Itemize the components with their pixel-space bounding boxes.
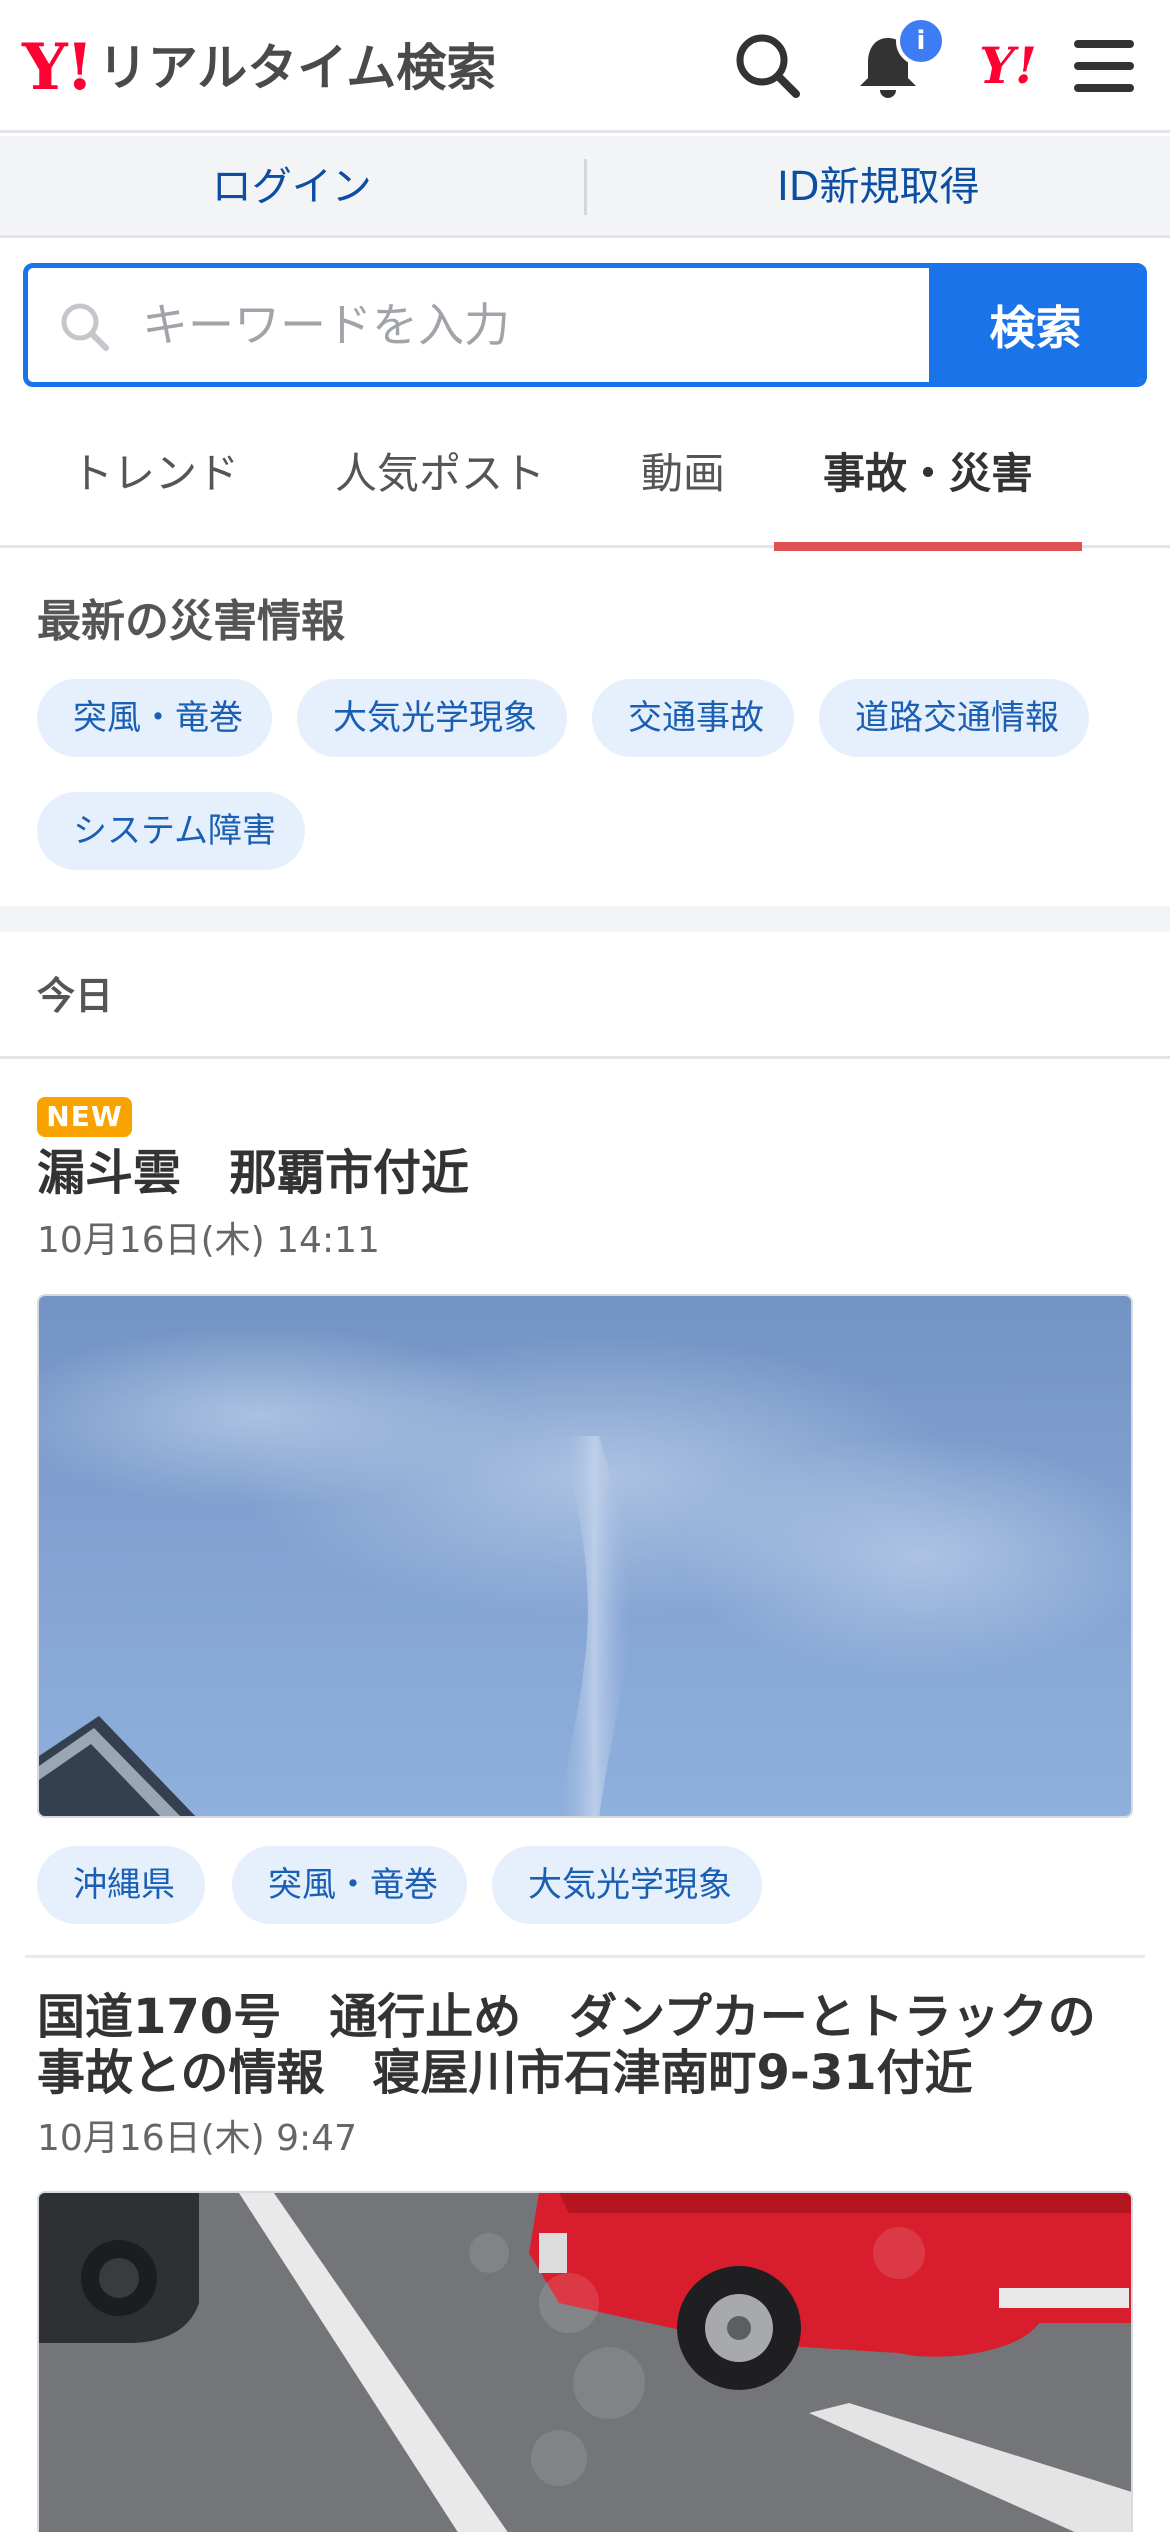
- search-box: 検索: [23, 263, 1147, 387]
- tab-accident-disaster[interactable]: 事故・災害: [774, 400, 1082, 551]
- signup-link[interactable]: ID新規取得: [587, 136, 1170, 235]
- tag-gust-tornado[interactable]: 突風・竜巻: [232, 1846, 467, 1924]
- app-header: Y! リアルタイム検索 i Y!: [0, 0, 1170, 133]
- section-title: 最新の災害情報: [37, 596, 345, 647]
- post-image-accident[interactable]: [37, 2191, 1133, 2532]
- chip-road-traffic-info[interactable]: 道路交通情報: [819, 679, 1089, 757]
- yahoo-realtime-logo[interactable]: Y! リアルタイム検索: [22, 28, 496, 108]
- tag-okinawa[interactable]: 沖縄県: [37, 1846, 205, 1924]
- login-link[interactable]: ログイン: [0, 136, 584, 235]
- section-gap: [0, 906, 1170, 932]
- account-bar: ログイン ID新規取得: [0, 136, 1170, 238]
- day-heading: 今日: [37, 974, 114, 1018]
- search-field-container: [28, 268, 929, 382]
- divider: [0, 1056, 1170, 1059]
- hamburger-menu-icon[interactable]: [1064, 26, 1144, 106]
- notification-badge: i: [896, 16, 946, 66]
- chip-atmospheric-optics[interactable]: 大気光学現象: [297, 679, 567, 757]
- tab-popular-posts[interactable]: 人気ポスト: [330, 400, 550, 548]
- search-button[interactable]: 検索: [929, 268, 1142, 382]
- divider: [25, 1955, 1145, 1958]
- accident-photo: [39, 2193, 1131, 2532]
- post-date: 10月16日(木) 9:47: [37, 2118, 357, 2159]
- search-input[interactable]: [28, 268, 929, 382]
- post-title[interactable]: 漏斗雲 那覇市付近: [37, 1145, 1137, 1201]
- chip-system-failure[interactable]: システム障害: [37, 792, 305, 870]
- funnel-cloud-photo: [39, 1296, 1131, 1816]
- chip-gust-tornado[interactable]: 突風・竜巻: [37, 679, 272, 757]
- tab-trend[interactable]: トレンド: [55, 400, 255, 548]
- logo-y-mark: Y!: [22, 30, 94, 105]
- chip-traffic-accident[interactable]: 交通事故: [592, 679, 794, 757]
- tag-atmospheric-optics[interactable]: 大気光学現象: [492, 1846, 762, 1924]
- yahoo-japan-icon[interactable]: Y!: [966, 26, 1050, 106]
- post-title-line: 事故との情報 寝屋川市石津南町9-31付近: [37, 2045, 973, 2101]
- post-image-funnel-cloud[interactable]: [37, 1294, 1133, 1818]
- tab-video[interactable]: 動画: [628, 400, 738, 548]
- post-date: 10月16日(木) 14:11: [37, 1220, 380, 1261]
- new-badge: NEW: [37, 1097, 132, 1137]
- category-tabs: トレンド 人気ポスト 動画 事故・災害: [0, 400, 1170, 551]
- latest-disaster-section: 最新の災害情報 突風・竜巻 大気光学現象 交通事故 道路交通情報 システム障害: [0, 551, 1170, 906]
- post-title-line: 国道170号 通行止め ダンプカーとトラックの: [37, 1989, 1096, 2045]
- post-title[interactable]: 国道170号 通行止め ダンプカーとトラックの 事故との情報 寝屋川市石津南町9…: [37, 1989, 1137, 2101]
- search-icon[interactable]: [728, 26, 808, 106]
- logo-text: リアルタイム検索: [97, 39, 497, 97]
